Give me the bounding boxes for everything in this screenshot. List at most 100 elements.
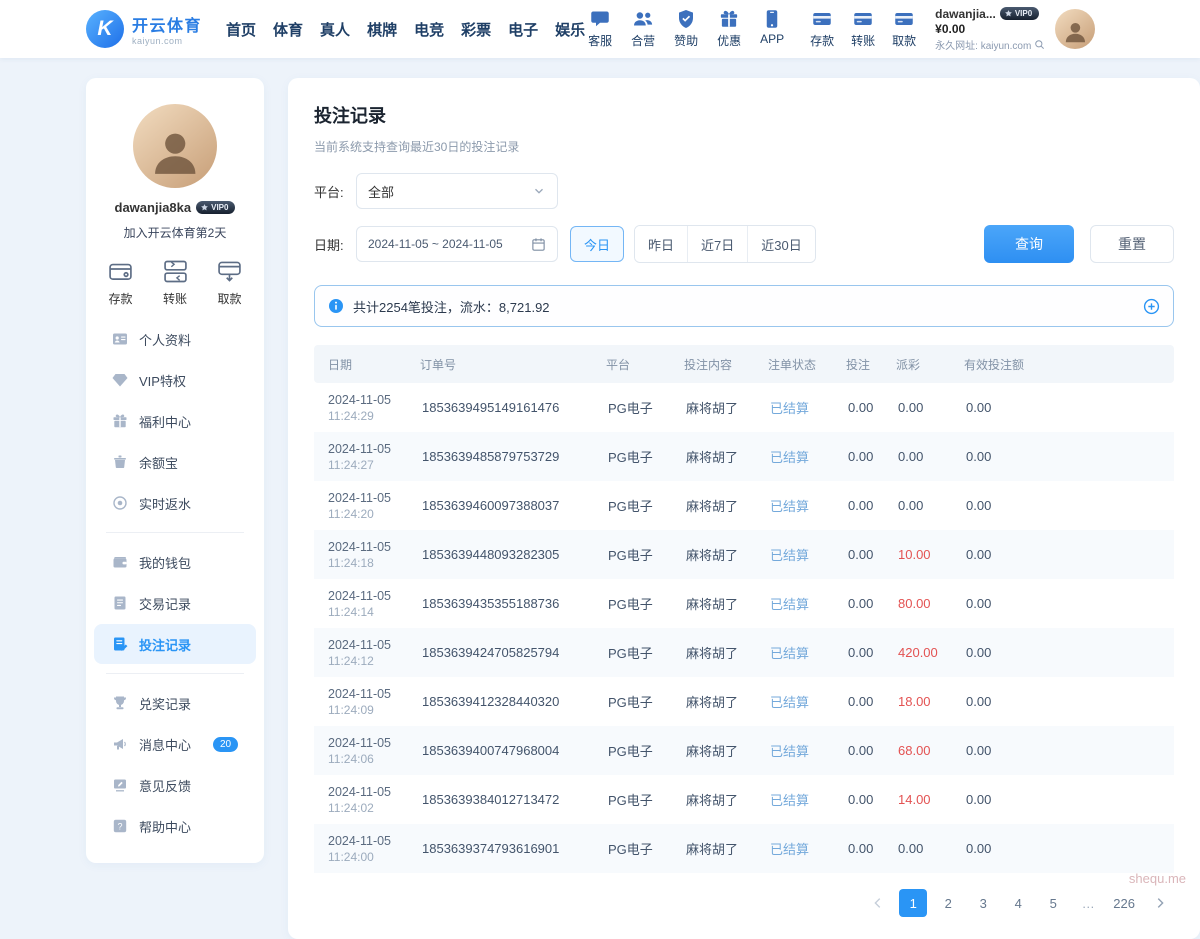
sponsorship-button[interactable]: 赞助	[671, 9, 701, 49]
bet-date: 2024-11-05	[328, 393, 418, 407]
content: dawanjia8ka VIP0 加入开云体育第2天 存款转账取款 个人资料VI…	[0, 58, 1200, 939]
transaction-records-icon	[112, 595, 128, 611]
message-center-label: 消息中心	[139, 735, 191, 754]
deposit-label: 存款	[108, 290, 132, 307]
cell-bet-content: 麻将胡了	[684, 490, 768, 521]
range-last-30-days-button[interactable]: 近30日	[747, 226, 814, 262]
sidebar: dawanjia8ka VIP0 加入开云体育第2天 存款转账取款 个人资料VI…	[86, 78, 264, 863]
vip-badge: VIP0	[1000, 7, 1039, 20]
table-row: 2024-11-0511:24:021853639384012713472PG电…	[314, 775, 1174, 824]
date-range-input[interactable]: 2024-11-05 ~ 2024-11-05	[356, 226, 558, 262]
logo-subtitle: kaiyun.com	[132, 36, 202, 46]
sidebar-item-my-wallet[interactable]: 我的钱包	[94, 542, 256, 582]
user-avatar[interactable]	[1055, 9, 1095, 49]
menu-divider	[106, 532, 244, 533]
nav-board-games[interactable]: 棋牌	[367, 19, 397, 40]
withdraw-button[interactable]: 取款	[889, 9, 919, 49]
promotions-button[interactable]: 优惠	[714, 9, 744, 49]
next-page-button[interactable]	[1146, 889, 1174, 917]
topbar: K 开云体育 kaiyun.com 首页体育真人棋牌电竞彩票电子娱乐 客服合营赞…	[0, 0, 1200, 58]
transfer-icon	[163, 259, 188, 284]
sponsorship-icon	[676, 9, 696, 29]
nav-esports[interactable]: 电竞	[414, 19, 444, 40]
sidebar-item-vip-privileges[interactable]: VIP特权	[94, 360, 256, 400]
logo-title: 开云体育	[132, 12, 202, 36]
page-button-226[interactable]: 226	[1109, 889, 1139, 917]
sidebar-item-prize-records[interactable]: 兑奖记录	[94, 683, 256, 723]
nav-slots[interactable]: 电子	[508, 19, 538, 40]
sidebar-item-help-center[interactable]: ?帮助中心	[94, 806, 256, 846]
help-center-label: 帮助中心	[139, 817, 191, 836]
cell-status: 已结算	[768, 686, 846, 717]
page-title: 投注记录	[314, 102, 1174, 128]
range-button-group: 昨日近7日近30日	[634, 225, 816, 263]
cell-bet-content: 麻将胡了	[684, 588, 768, 619]
nav-home[interactable]: 首页	[226, 19, 256, 40]
cell-status: 已结算	[768, 490, 846, 521]
search-button[interactable]: 查询	[984, 225, 1074, 263]
user-info[interactable]: dawanjia... VIP0 ¥0.00 永久网址: kaiyun.com	[935, 7, 1045, 52]
deposit-button[interactable]: 存款	[108, 259, 133, 307]
table-row: 2024-11-0511:24:001853639374793616901PG电…	[314, 824, 1174, 873]
cell-bet-content: 麻将胡了	[684, 686, 768, 717]
nav-lottery[interactable]: 彩票	[461, 19, 491, 40]
range-today-button[interactable]: 今日	[570, 226, 624, 262]
nav-entertainment[interactable]: 娱乐	[555, 19, 585, 40]
withdraw-button[interactable]: 取款	[217, 259, 242, 307]
sidebar-menu: 个人资料VIP特权福利中心余额宝实时返水我的钱包交易记录投注记录兑奖记录消息中心…	[86, 319, 264, 846]
app-download-button[interactable]: APP	[757, 9, 787, 49]
cell-status: 已结算	[768, 784, 846, 815]
sidebar-item-message-center[interactable]: 消息中心20	[94, 724, 256, 764]
platform-select[interactable]: 全部	[356, 173, 558, 209]
cell-date: 2024-11-0511:24:18	[314, 534, 420, 576]
sidebar-item-welfare-center[interactable]: 福利中心	[94, 401, 256, 441]
page-button-5[interactable]: 5	[1039, 889, 1067, 917]
sidebar-item-feedback[interactable]: 意见反馈	[94, 765, 256, 805]
cell-platform: PG电子	[606, 588, 684, 619]
logo-letter: K	[97, 17, 112, 41]
cell-valid-bet: 0.00	[964, 835, 1174, 862]
profile-section: dawanjia8ka VIP0 加入开云体育第2天 存款转账取款	[86, 104, 264, 307]
search-icon[interactable]	[1034, 39, 1045, 50]
sidebar-item-bet-records[interactable]: 投注记录	[94, 624, 256, 664]
cell-bet-content: 麻将胡了	[684, 539, 768, 570]
cell-status: 已结算	[768, 392, 846, 423]
expand-plus-icon[interactable]	[1143, 298, 1160, 315]
nav-sports[interactable]: 体育	[273, 19, 303, 40]
cell-payout: 18.00	[896, 688, 964, 715]
vip-wing-icon	[200, 203, 209, 212]
page-button-4[interactable]: 4	[1004, 889, 1032, 917]
reset-button[interactable]: 重置	[1090, 225, 1174, 263]
range-last-7-days-button[interactable]: 近7日	[687, 226, 747, 262]
cell-bet-amount: 0.00	[846, 835, 896, 862]
cell-bet-amount: 0.00	[846, 737, 896, 764]
transfer-label: 转账	[851, 32, 875, 49]
page-button-3[interactable]: 3	[969, 889, 997, 917]
page-button-1[interactable]: 1	[899, 889, 927, 917]
cell-platform: PG电子	[606, 833, 684, 864]
cell-platform: PG电子	[606, 637, 684, 668]
transfer-label: 转账	[163, 290, 187, 307]
page-button-2[interactable]: 2	[934, 889, 962, 917]
sidebar-item-transaction-records[interactable]: 交易记录	[94, 583, 256, 623]
sidebar-item-profile[interactable]: 个人资料	[94, 319, 256, 359]
transfer-button[interactable]: 转账	[163, 259, 188, 307]
chevron-down-icon	[532, 184, 546, 198]
yuebao-icon	[112, 454, 128, 470]
nav-live-casino[interactable]: 真人	[320, 19, 350, 40]
transfer-button[interactable]: 转账	[848, 9, 878, 49]
table-row: 2024-11-0511:24:181853639448093282305PG电…	[314, 530, 1174, 579]
range-yesterday-button[interactable]: 昨日	[635, 226, 687, 262]
deposit-label: 存款	[810, 32, 834, 49]
customer-service-button[interactable]: 客服	[585, 9, 615, 49]
menu-divider	[106, 673, 244, 674]
previous-page-button[interactable]	[864, 889, 892, 917]
cell-status: 已结算	[768, 833, 846, 864]
sidebar-item-realtime-rebate[interactable]: 实时返水	[94, 483, 256, 523]
deposit-button[interactable]: 存款	[807, 9, 837, 49]
sidebar-item-yuebao[interactable]: 余额宝	[94, 442, 256, 482]
partnership-button[interactable]: 合营	[628, 9, 658, 49]
cell-bet-amount: 0.00	[846, 786, 896, 813]
cell-valid-bet: 0.00	[964, 443, 1174, 470]
site-logo[interactable]: K 开云体育 kaiyun.com	[86, 10, 202, 48]
